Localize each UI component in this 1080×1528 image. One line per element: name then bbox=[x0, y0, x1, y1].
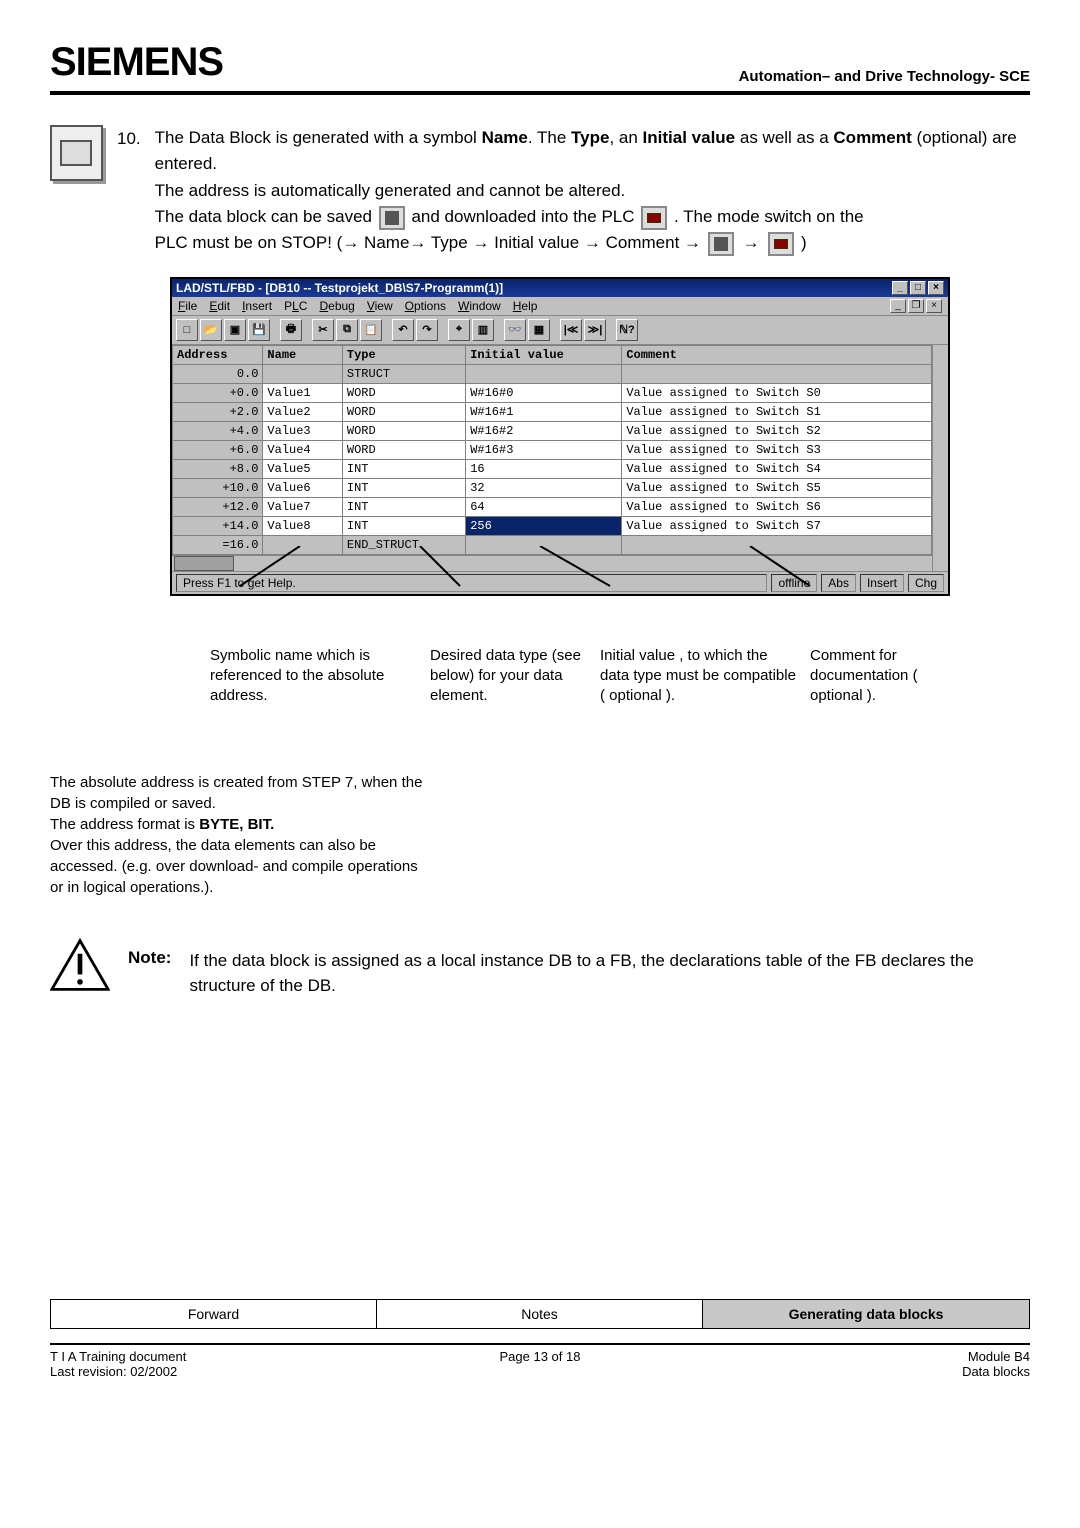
callout-name: Symbolic name which is referenced to the… bbox=[210, 646, 390, 707]
menu-debug[interactable]: Debug bbox=[319, 299, 354, 313]
col-address[interactable]: Address bbox=[173, 345, 263, 364]
warning-icon bbox=[50, 938, 110, 992]
mdi-minimize-button[interactable]: _ bbox=[890, 299, 906, 313]
cut-button[interactable]: ✂ bbox=[312, 319, 334, 341]
status-abs: Abs bbox=[821, 574, 856, 592]
download-button[interactable]: ▥ bbox=[472, 319, 494, 341]
paste-button[interactable]: 📋 bbox=[360, 319, 382, 341]
brand-logo: SIEMENS bbox=[50, 40, 223, 85]
editor-window: LAD/STL/FBD - [DB10 -- Testprojekt_DB\S7… bbox=[170, 277, 950, 596]
table-row[interactable]: +0.0Value1WORDW#16#0Value assigned to Sw… bbox=[173, 383, 932, 402]
mdi-close-button[interactable]: × bbox=[926, 299, 942, 313]
table-row[interactable]: 0.0STRUCT bbox=[173, 364, 932, 383]
menu-help[interactable]: Help bbox=[513, 299, 538, 313]
menu-edit[interactable]: Edit bbox=[209, 299, 230, 313]
table-row[interactable]: +8.0Value5INT16Value assigned to Switch … bbox=[173, 459, 932, 478]
toolbar: □ 📂 ▣ 💾 🖶 ✂ ⧉ 📋 ↶ ↷ ⌖ ▥ 👓 ▦ | bbox=[172, 316, 948, 345]
footer-page: Page 13 of 18 bbox=[377, 1349, 704, 1379]
col-comment[interactable]: Comment bbox=[622, 345, 932, 364]
callout-type: Desired data type (see below) for your d… bbox=[430, 646, 590, 707]
horizontal-scrollbar[interactable] bbox=[172, 555, 932, 571]
menu-options[interactable]: Options bbox=[405, 299, 446, 313]
status-chg: Chg bbox=[908, 574, 944, 592]
save-icon bbox=[379, 206, 405, 230]
download-to-plc-icon bbox=[641, 206, 667, 230]
print-button[interactable]: 🖶 bbox=[280, 319, 302, 341]
table-row[interactable]: +2.0Value2WORDW#16#1Value assigned to Sw… bbox=[173, 402, 932, 421]
col-name[interactable]: Name bbox=[263, 345, 342, 364]
reference-button[interactable]: ⌖ bbox=[448, 319, 470, 341]
vertical-scrollbar[interactable] bbox=[932, 345, 948, 571]
below-text: The absolute address is created from STE… bbox=[50, 772, 430, 898]
download-to-plc-icon bbox=[768, 232, 794, 256]
footer-doc: T I A Training document bbox=[50, 1349, 377, 1364]
col-initial-value[interactable]: Initial value bbox=[466, 345, 622, 364]
menu-insert[interactable]: Insert bbox=[242, 299, 272, 313]
nav-forward[interactable]: Forward bbox=[51, 1300, 377, 1328]
monitor-button[interactable]: 👓 bbox=[504, 319, 526, 341]
close-button[interactable]: × bbox=[928, 281, 944, 295]
header-right: Automation– and Drive Technology- SCE bbox=[739, 68, 1030, 85]
page-footer: T I A Training document Last revision: 0… bbox=[50, 1343, 1030, 1379]
table-row[interactable]: +14.0Value8INT256Value assigned to Switc… bbox=[173, 516, 932, 535]
minimize-button[interactable]: _ bbox=[892, 281, 908, 295]
open-button[interactable]: 📂 bbox=[200, 319, 222, 341]
menu-file[interactable]: File bbox=[178, 299, 197, 313]
maximize-button[interactable]: □ bbox=[910, 281, 926, 295]
data-block-table[interactable]: Address Name Type Initial value Comment … bbox=[172, 345, 932, 555]
redo-button[interactable]: ↷ bbox=[416, 319, 438, 341]
table-row[interactable]: =16.0END_STRUCT bbox=[173, 535, 932, 554]
window-titlebar[interactable]: LAD/STL/FBD - [DB10 -- Testprojekt_DB\S7… bbox=[172, 279, 948, 297]
computer-icon bbox=[50, 125, 103, 181]
block-button[interactable]: ▦ bbox=[528, 319, 550, 341]
status-help: Press F1 to get Help. bbox=[176, 574, 767, 592]
footer-rev: Last revision: 02/2002 bbox=[50, 1364, 377, 1379]
save-button[interactable]: 💾 bbox=[248, 319, 270, 341]
undo-button[interactable]: ↶ bbox=[392, 319, 414, 341]
footer-topic: Data blocks bbox=[703, 1364, 1030, 1379]
help-button[interactable]: ℕ? bbox=[616, 319, 638, 341]
table-row[interactable]: +12.0Value7INT64Value assigned to Switch… bbox=[173, 497, 932, 516]
table-row[interactable]: +10.0Value6INT32Value assigned to Switch… bbox=[173, 478, 932, 497]
save-icon bbox=[708, 232, 734, 256]
container-button[interactable]: ▣ bbox=[224, 319, 246, 341]
nav-notes[interactable]: Notes bbox=[377, 1300, 703, 1328]
step-number: 10. bbox=[117, 125, 141, 149]
footer-nav: Forward Notes Generating data blocks bbox=[50, 1299, 1030, 1329]
new-button[interactable]: □ bbox=[176, 319, 198, 341]
menu-view[interactable]: View bbox=[367, 299, 393, 313]
statusbar: Press F1 to get Help. offline Abs Insert… bbox=[172, 571, 948, 594]
next-button[interactable]: ≫| bbox=[584, 319, 606, 341]
col-type[interactable]: Type bbox=[342, 345, 465, 364]
status-offline: offline bbox=[771, 574, 817, 592]
note-label: Note: bbox=[128, 938, 171, 968]
menu-window[interactable]: Window bbox=[458, 299, 501, 313]
prev-button[interactable]: |≪ bbox=[560, 319, 582, 341]
table-row[interactable]: +4.0Value3WORDW#16#2Value assigned to Sw… bbox=[173, 421, 932, 440]
callout-initial: Initial value , to which the data type m… bbox=[600, 646, 800, 707]
note-text: If the data block is assigned as a local… bbox=[189, 938, 1030, 999]
footer-module: Module B4 bbox=[703, 1349, 1030, 1364]
menubar: File Edit Insert PLC Debug View Options … bbox=[172, 297, 948, 316]
callout-comment: Comment for documentation ( optional ). bbox=[810, 646, 950, 707]
nav-current[interactable]: Generating data blocks bbox=[703, 1300, 1029, 1328]
mdi-restore-button[interactable]: ❐ bbox=[908, 299, 924, 313]
status-mode: Insert bbox=[860, 574, 904, 592]
menu-plc[interactable]: PLC bbox=[284, 299, 307, 313]
window-title: LAD/STL/FBD - [DB10 -- Testprojekt_DB\S7… bbox=[176, 281, 503, 295]
table-row[interactable]: +6.0Value4WORDW#16#3Value assigned to Sw… bbox=[173, 440, 932, 459]
copy-button[interactable]: ⧉ bbox=[336, 319, 358, 341]
step-text: The Data Block is generated with a symbo… bbox=[155, 125, 1030, 257]
